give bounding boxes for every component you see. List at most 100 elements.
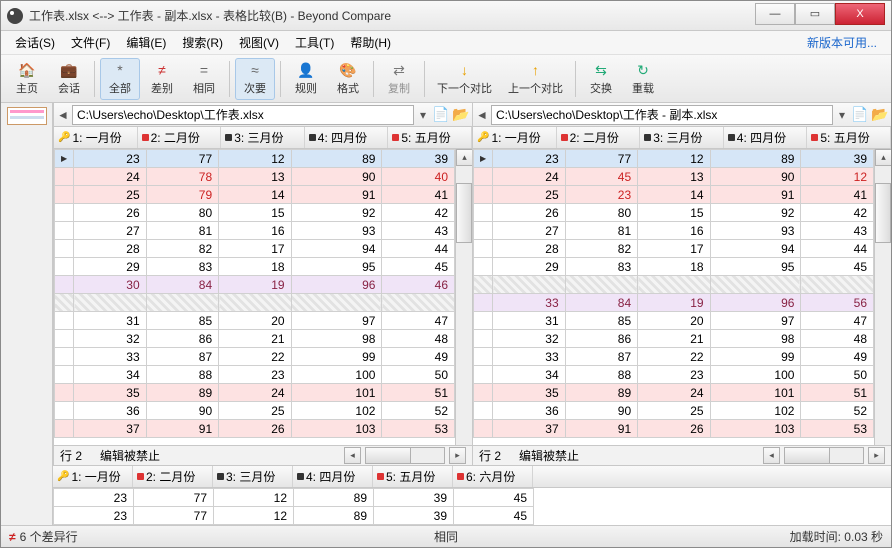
table-row[interactable]: 2882179444 (474, 240, 874, 258)
cell[interactable]: 82 (146, 240, 218, 258)
cell[interactable]: 21 (219, 330, 291, 348)
cell[interactable]: 99 (710, 348, 801, 366)
menu-tools[interactable]: 工具(T) (289, 32, 340, 53)
cell[interactable]: 25 (74, 186, 146, 204)
table-row[interactable]: 2377128939 (474, 150, 874, 168)
cell[interactable]: 87 (565, 348, 637, 366)
cell[interactable]: 19 (638, 294, 710, 312)
cell[interactable]: 28 (74, 240, 146, 258)
cell[interactable]: 88 (565, 366, 637, 384)
cell[interactable]: 45 (382, 258, 455, 276)
col-3[interactable]: 3: 三月份 (221, 127, 305, 148)
close-button[interactable]: X (835, 3, 885, 25)
cell[interactable]: 32 (74, 330, 146, 348)
cell[interactable]: 80 (565, 204, 637, 222)
home-button[interactable]: 🏠主页 (7, 58, 47, 100)
cell[interactable]: 86 (565, 330, 637, 348)
cell[interactable]: 21 (638, 330, 710, 348)
table-row[interactable]: 3286219848 (474, 330, 874, 348)
cell[interactable]: 37 (74, 420, 146, 438)
session-button[interactable]: 💼会话 (49, 58, 89, 100)
cell[interactable]: 12 (214, 507, 294, 525)
left-grid[interactable]: 2377128939247813904025791491412680159242… (54, 149, 455, 445)
cell[interactable]: 53 (801, 420, 874, 438)
cell[interactable]: 49 (801, 348, 874, 366)
cell[interactable]: 23 (74, 150, 146, 168)
update-link[interactable]: 新版本可用... (801, 32, 883, 53)
rules-button[interactable]: 👤规则 (286, 58, 326, 100)
cell[interactable]: 49 (382, 348, 455, 366)
right-grid[interactable]: 2377128939244513901225231491412680159242… (473, 149, 874, 445)
cell[interactable]: 94 (291, 240, 382, 258)
cell[interactable]: 51 (382, 384, 455, 402)
col-5[interactable]: 5: 五月份 (807, 127, 891, 148)
cell[interactable]: 26 (638, 420, 710, 438)
table-row[interactable]: 2579149141 (55, 186, 455, 204)
prev-diff-button[interactable]: ↑上一个对比 (501, 58, 570, 100)
cell[interactable]: 20 (638, 312, 710, 330)
cell[interactable]: 89 (146, 384, 218, 402)
scroll-thumb[interactable] (875, 183, 891, 243)
cell[interactable]: 86 (146, 330, 218, 348)
cell[interactable]: 77 (146, 150, 218, 168)
cell[interactable]: 26 (74, 204, 146, 222)
cell[interactable] (638, 276, 710, 294)
cell[interactable]: 94 (710, 240, 801, 258)
cell[interactable]: 31 (493, 312, 565, 330)
cell[interactable]: 17 (638, 240, 710, 258)
maximize-button[interactable]: ▭ (795, 3, 835, 25)
table-row[interactable]: 37912610353 (474, 420, 874, 438)
col-3[interactable]: 3: 三月份 (640, 127, 724, 148)
cell[interactable] (219, 294, 291, 312)
cell[interactable]: 91 (710, 186, 801, 204)
cell[interactable]: 90 (146, 402, 218, 420)
overview-gutter[interactable] (1, 103, 53, 525)
cell[interactable]: 77 (565, 150, 637, 168)
cell[interactable]: 92 (291, 204, 382, 222)
cell[interactable]: 23 (638, 366, 710, 384)
cell[interactable]: 45 (801, 258, 874, 276)
cell[interactable]: 23 (54, 507, 134, 525)
cell[interactable] (382, 294, 455, 312)
table-row[interactable]: 2680159242 (474, 204, 874, 222)
cell[interactable]: 89 (291, 150, 382, 168)
cell[interactable]: 36 (493, 402, 565, 420)
next-diff-button[interactable]: ↓下一个对比 (430, 58, 499, 100)
path-prev-button[interactable]: ◄ (475, 108, 489, 122)
cell[interactable]: 24 (74, 168, 146, 186)
cell[interactable]: 33 (493, 348, 565, 366)
cell[interactable]: 12 (214, 489, 294, 507)
cell[interactable]: 84 (565, 294, 637, 312)
cell[interactable]: 20 (219, 312, 291, 330)
scroll-up-icon[interactable]: ▴ (456, 149, 472, 166)
cell[interactable]: 85 (565, 312, 637, 330)
col-2[interactable]: 2: 二月份 (133, 466, 213, 487)
cell[interactable]: 47 (801, 312, 874, 330)
cell[interactable]: 50 (801, 366, 874, 384)
col-3[interactable]: 3: 三月份 (213, 466, 293, 487)
col-5[interactable]: 5: 五月份 (373, 466, 453, 487)
table-row[interactable]: 3084199646 (55, 276, 455, 294)
cell[interactable] (291, 294, 382, 312)
col-1[interactable]: 🔑1: 一月份 (473, 127, 557, 148)
table-row[interactable]: 2377128939 (55, 150, 455, 168)
cell[interactable]: 83 (565, 258, 637, 276)
cell[interactable]: 97 (710, 312, 801, 330)
browse-folder-icon[interactable]: 📂 (871, 106, 889, 124)
cell[interactable]: 13 (219, 168, 291, 186)
scroll-left-icon[interactable]: ◂ (344, 447, 361, 464)
cell[interactable]: 18 (638, 258, 710, 276)
menu-help[interactable]: 帮助(H) (344, 32, 397, 53)
cell[interactable] (74, 294, 146, 312)
minor-filter-button[interactable]: ≈次要 (235, 58, 275, 100)
table-row[interactable]: 2680159242 (55, 204, 455, 222)
cell[interactable]: 15 (219, 204, 291, 222)
swap-button[interactable]: ⇆交换 (581, 58, 621, 100)
cell[interactable]: 12 (219, 150, 291, 168)
scroll-thumb[interactable] (456, 183, 472, 243)
cell[interactable]: 43 (382, 222, 455, 240)
cell[interactable]: 12 (638, 150, 710, 168)
cell[interactable]: 91 (565, 420, 637, 438)
cell[interactable]: 90 (291, 168, 382, 186)
vscrollbar[interactable]: ▴ (455, 149, 472, 445)
